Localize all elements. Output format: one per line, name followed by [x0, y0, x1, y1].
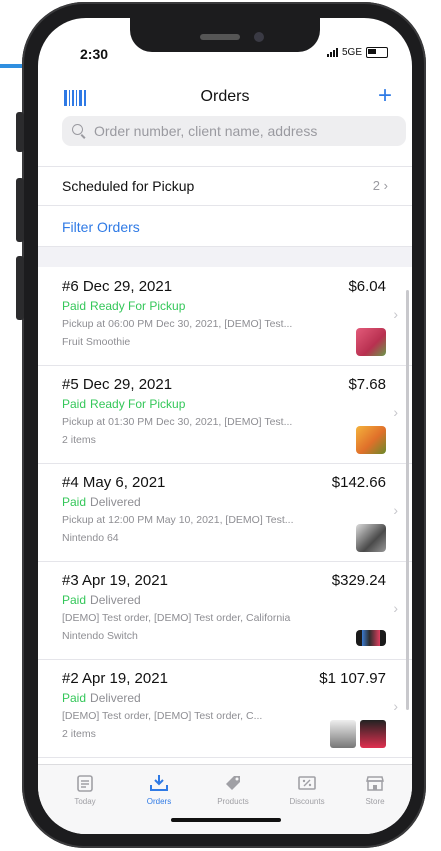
store-icon — [366, 776, 384, 791]
product-thumbnail — [356, 328, 386, 356]
chevron-right-icon: › — [393, 600, 398, 616]
order-items: Nintendo 64 — [62, 532, 119, 544]
order-row[interactable]: #5 Dec 29, 2021 $7.68 Paid Ready For Pick… — [38, 366, 412, 464]
order-status: Paid Delivered — [62, 495, 141, 509]
paid-badge: Paid — [62, 299, 87, 313]
order-status: Paid Ready For Pickup — [62, 299, 185, 313]
search-bar[interactable] — [62, 116, 406, 146]
fulfillment-status: Delivered — [90, 495, 141, 509]
order-items: 2 items — [62, 434, 96, 446]
fulfillment-status: Ready For Pickup — [90, 299, 186, 313]
page-title: Orders — [200, 88, 250, 105]
tab-today[interactable]: Today — [48, 773, 122, 806]
filter-orders-link[interactable]: Filter Orders — [62, 219, 140, 235]
order-title: #5 Dec 29, 2021 — [62, 376, 173, 393]
paid-badge: Paid — [62, 397, 87, 411]
chevron-right-icon: › — [393, 698, 398, 714]
chevron-right-icon: › — [393, 502, 398, 518]
tab-label: Today — [74, 797, 96, 806]
tab-orders[interactable]: Orders — [122, 773, 196, 806]
volume-up-button — [16, 178, 24, 242]
order-row[interactable]: #4 May 6, 2021 $142.66 Paid Delivered Pic… — [38, 464, 412, 562]
order-items: Fruit Smoothie — [62, 336, 131, 348]
signal-icon — [326, 48, 338, 57]
scheduled-label: Scheduled for Pickup — [62, 178, 195, 194]
tab-discounts[interactable]: Discounts — [270, 773, 344, 806]
chevron-right-icon: › — [393, 306, 398, 322]
product-thumbnail — [356, 426, 386, 454]
tab-label: Discounts — [289, 797, 325, 806]
order-row[interactable]: #3 Apr 19, 2021 $329.24 Paid Delivered [D… — [38, 562, 412, 660]
order-title: #4 May 6, 2021 — [62, 474, 166, 491]
camera — [254, 32, 264, 42]
home-indicator[interactable] — [171, 818, 281, 822]
order-title: #3 Apr 19, 2021 — [62, 572, 168, 589]
tab-label: Store — [365, 797, 385, 806]
order-detail: Pickup at 01:30 PM Dec 30, 2021, [DEMO] … — [62, 416, 293, 428]
order-detail: Pickup at 12:00 PM May 10, 2021, [DEMO] … — [62, 514, 294, 526]
discount-icon — [298, 776, 316, 790]
section-separator — [38, 247, 412, 267]
scheduled-count: 2 › — [372, 178, 388, 193]
product-thumbnail — [356, 630, 386, 646]
order-amount: $329.24 — [331, 572, 386, 589]
status-indicators: 5GE — [326, 47, 388, 58]
notch — [130, 18, 320, 52]
order-status: Paid Delivered — [62, 691, 141, 705]
order-detail: [DEMO] Test order, [DEMO] Test order, C.… — [62, 710, 263, 722]
order-title: #2 Apr 19, 2021 — [62, 670, 168, 687]
chevron-right-icon: › — [383, 178, 388, 193]
fulfillment-status: Ready For Pickup — [90, 397, 186, 411]
fulfillment-status: Delivered — [90, 691, 141, 705]
tag-icon — [226, 776, 240, 790]
paid-badge: Paid — [62, 691, 87, 705]
order-row[interactable]: #2 Apr 19, 2021 $1 107.97 Paid Delivered … — [38, 660, 412, 758]
product-thumbnails — [330, 720, 386, 748]
scheduled-for-pickup-row[interactable]: Scheduled for Pickup 2 › — [38, 166, 412, 206]
tab-bar: Today Orders Products Discounts Store — [38, 764, 412, 834]
scrollbar[interactable] — [406, 290, 409, 710]
add-order-button[interactable]: + — [378, 82, 392, 110]
order-detail: Pickup at 06:00 PM Dec 30, 2021, [DEMO] … — [62, 318, 293, 330]
battery-icon — [366, 47, 388, 58]
order-amount: $6.04 — [348, 278, 386, 295]
tab-products[interactable]: Products — [196, 773, 270, 806]
mute-switch — [16, 112, 24, 152]
network-label: 5GE — [341, 47, 362, 58]
chevron-right-icon: › — [393, 404, 398, 420]
order-items: Nintendo Switch — [62, 630, 138, 642]
order-title: #6 Dec 29, 2021 — [62, 278, 173, 295]
tab-label: Products — [217, 797, 249, 806]
phone-screen: 2:30 5GE Orders + Scheduled for Pickup 2… — [38, 18, 412, 834]
order-amount: $142.66 — [331, 474, 386, 491]
product-thumbnail — [356, 524, 386, 552]
volume-down-button — [16, 256, 24, 320]
order-amount: $1 107.97 — [319, 670, 386, 687]
tab-label: Orders — [146, 797, 172, 806]
calendar-icon — [77, 775, 93, 792]
paid-badge: Paid — [62, 495, 87, 509]
speaker — [200, 34, 240, 40]
order-detail: [DEMO] Test order, [DEMO] Test order, Ca… — [62, 612, 291, 624]
order-status: Paid Ready For Pickup — [62, 397, 185, 411]
fulfillment-status: Delivered — [90, 593, 141, 607]
order-amount: $7.68 — [348, 376, 386, 393]
navigation-bar: Orders + — [38, 82, 412, 118]
order-row[interactable]: #6 Dec 29, 2021 $6.04 Paid Ready For Pick… — [38, 268, 412, 366]
tab-store[interactable]: Store — [338, 773, 412, 806]
filter-orders-row[interactable]: Filter Orders — [38, 206, 412, 247]
status-time: 2:30 — [80, 46, 109, 62]
search-icon — [72, 124, 86, 138]
order-status: Paid Delivered — [62, 593, 141, 607]
plus-icon: + — [377, 82, 392, 109]
orders-list: #6 Dec 29, 2021 $6.04 Paid Ready For Pick… — [38, 268, 412, 758]
order-items: 2 items — [62, 728, 96, 740]
download-tray-icon — [150, 775, 168, 791]
search-input[interactable] — [92, 122, 396, 140]
paid-badge: Paid — [62, 593, 87, 607]
